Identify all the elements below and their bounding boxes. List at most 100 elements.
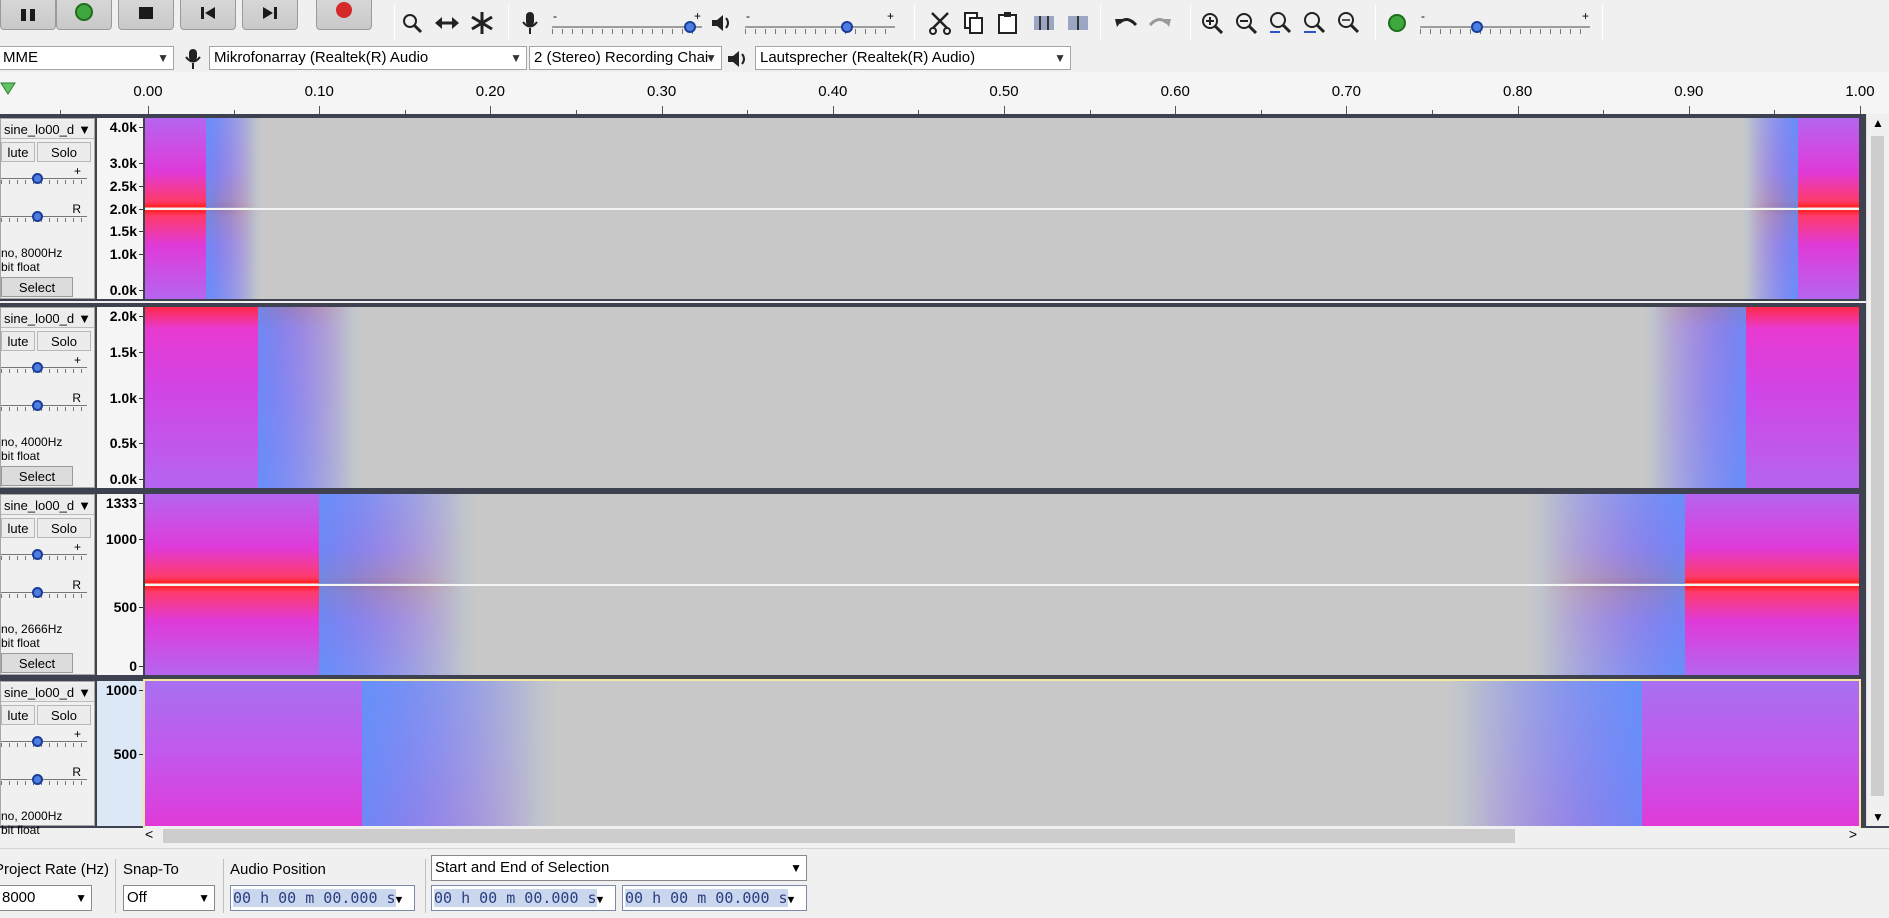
multi-tool-button[interactable] (467, 8, 497, 38)
scrollbar-thumb[interactable] (1871, 136, 1884, 796)
playback-device-dropdown[interactable]: Lautsprecher (Realtek(R) Audio) ▼ (755, 46, 1071, 70)
selection-mode-dropdown[interactable]: Start and End of Selection ▼ (431, 855, 807, 881)
scale-tick (139, 316, 143, 317)
spectrogram-view[interactable] (145, 118, 1859, 299)
playback-volume-slider[interactable]: - + (745, 9, 895, 37)
skip-end-button[interactable] (242, 0, 298, 30)
scale-tick (139, 231, 143, 233)
scale-label: 500 (113, 599, 137, 616)
gain-slider[interactable]: + (1, 727, 87, 749)
silence-button[interactable] (1063, 8, 1093, 38)
frequency-scale[interactable]: 2.0k 1.5k 1.0k 0.5k 0.0k (97, 307, 143, 488)
timeline-ruler[interactable]: 0.00 0.10 0.20 0.30 0.40 0.50 0.60 0.70 0.80 0.90… (0, 72, 1889, 116)
snap-to-dropdown[interactable]: Off ▼ (123, 885, 215, 911)
paste-button[interactable] (993, 8, 1023, 38)
gain-plus-label: + (73, 727, 81, 741)
recording-channels-dropdown[interactable]: 2 (Stereo) Recording Chai ▼ (529, 46, 722, 70)
play-at-speed-button[interactable] (1382, 8, 1412, 38)
recording-device-dropdown[interactable]: Mikrofonarray (Realtek(R) Audio ▼ (209, 46, 527, 70)
solo-button[interactable]: Solo (37, 518, 91, 538)
cut-button[interactable] (925, 8, 955, 38)
scroll-down-icon[interactable]: ▼ (1872, 810, 1884, 824)
pan-slider[interactable]: R (1, 202, 87, 224)
frequency-scale[interactable]: 4.0k 3.0k 2.5k 2.0k 1.5k 1.0k 0.0k (97, 118, 143, 299)
slider-knob[interactable] (32, 774, 43, 785)
track-name-menu[interactable]: sine_lo00_d ▼ (1, 310, 94, 328)
track-control-panel[interactable]: sine_lo00_d ▼ lute Solo + Rno, 2000Hz bit floa… (0, 681, 95, 837)
slider-knob[interactable] (841, 21, 853, 33)
mute-button[interactable]: lute (1, 331, 35, 351)
scroll-up-icon[interactable]: ▲ (1872, 116, 1884, 130)
fit-project-button[interactable] (1299, 8, 1329, 38)
skip-start-button[interactable] (180, 0, 236, 30)
record-volume-slider[interactable]: - + (552, 9, 702, 37)
undo-button[interactable] (1111, 8, 1141, 38)
playback-meter-button[interactable] (707, 8, 737, 38)
spectrogram-view[interactable] (145, 494, 1859, 675)
select-track-button[interactable]: Select (1, 653, 73, 673)
slider-knob[interactable] (32, 587, 43, 598)
mute-button[interactable]: lute (1, 705, 35, 725)
gain-slider[interactable]: + (1, 164, 87, 186)
spectrogram-view[interactable] (145, 307, 1859, 488)
time-shift-tool-button[interactable] (432, 8, 462, 38)
slider-knob[interactable] (32, 173, 43, 184)
project-rate-dropdown[interactable]: 8000 ▼ (0, 885, 92, 911)
slider-knob[interactable] (32, 211, 43, 222)
microphone-icon (522, 12, 538, 34)
slider-knob[interactable] (1471, 21, 1483, 33)
mute-button[interactable]: lute (1, 518, 35, 538)
selection-start-time[interactable]: 00 h 00 m 00.000 s▼ (431, 885, 616, 911)
playback-speed-slider[interactable]: - + (1420, 9, 1590, 37)
solo-button[interactable]: Solo (37, 142, 91, 162)
scrollbar-thumb[interactable] (163, 829, 1515, 843)
redo-button[interactable] (1145, 8, 1175, 38)
solo-button[interactable]: Solo (37, 331, 91, 351)
track-name-menu[interactable]: sine_lo00_d ▼ (1, 684, 94, 702)
scroll-left-icon[interactable]: < (145, 826, 153, 842)
zoom-toggle-button[interactable] (1333, 8, 1363, 38)
horizontal-scrollbar[interactable]: < > (145, 826, 1859, 846)
select-track-button[interactable]: Select (1, 277, 73, 297)
slider-knob[interactable] (32, 362, 43, 373)
track-name-menu[interactable]: sine_lo00_d ▼ (1, 121, 94, 139)
select-track-button[interactable]: Select (1, 466, 73, 486)
pause-button[interactable] (0, 0, 56, 30)
scale-label: 1000 (105, 682, 137, 698)
frequency-scale[interactable]: 1333 1000 500 0 (97, 494, 143, 675)
track-control-panel[interactable]: sine_lo00_d ▼ lute Solo + Rno, 8000Hz bit floa… (0, 118, 95, 299)
audio-host-dropdown[interactable]: MME ▼ (0, 46, 174, 70)
mute-button[interactable]: lute (1, 142, 35, 162)
stop-button[interactable] (118, 0, 174, 30)
vertical-scrollbar[interactable]: ▲ ▼ (1866, 114, 1889, 826)
audio-position-time[interactable]: 00 h 00 m 00.000 s▼ (230, 885, 415, 911)
slider-knob[interactable] (32, 549, 43, 560)
slider-knob[interactable] (32, 736, 43, 747)
loop-button[interactable] (56, 0, 112, 30)
slider-knob[interactable] (32, 400, 43, 411)
trim-button[interactable] (1029, 8, 1059, 38)
record-meter-button[interactable] (515, 8, 545, 38)
gain-slider[interactable]: + (1, 353, 87, 375)
frequency-scale[interactable]: 1000 500 (97, 681, 143, 826)
solo-button[interactable]: Solo (37, 705, 91, 725)
track-control-panel[interactable]: sine_lo00_d ▼ lute Solo + Rno, 4000Hz bit floa… (0, 307, 95, 488)
track-name-menu[interactable]: sine_lo00_d ▼ (1, 497, 94, 515)
slider-knob[interactable] (684, 21, 696, 33)
copy-button[interactable] (959, 8, 989, 38)
zoom-out-button[interactable] (1231, 8, 1261, 38)
track-control-panel[interactable]: sine_lo00_d ▼ lute Solo + Rno, 2666Hz bit floa… (0, 494, 95, 675)
pan-slider[interactable]: R (1, 578, 87, 600)
pan-slider[interactable]: R (1, 765, 87, 787)
gain-slider[interactable]: + (1, 540, 87, 562)
selection-end-time[interactable]: 00 h 00 m 00.000 s▼ (622, 885, 807, 911)
spectrogram-view[interactable] (143, 679, 1861, 828)
zoom-in-button[interactable] (1197, 8, 1227, 38)
fit-selection-button[interactable] (1265, 8, 1295, 38)
pan-slider[interactable]: R (1, 391, 87, 413)
record-button[interactable] (316, 0, 372, 30)
zoom-tool-button[interactable] (397, 8, 427, 38)
scale-tick (139, 352, 143, 354)
scroll-right-icon[interactable]: > (1849, 826, 1857, 842)
chevron-down-icon: ▼ (395, 893, 403, 906)
